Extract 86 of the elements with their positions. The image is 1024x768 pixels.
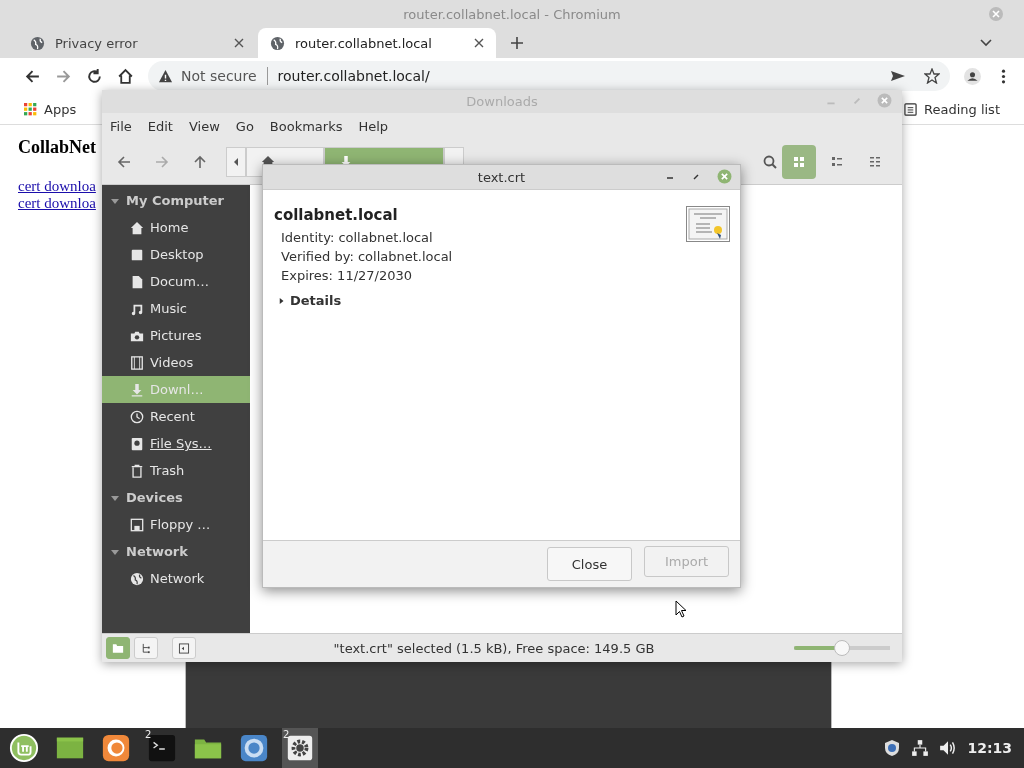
globe-icon: [30, 35, 45, 51]
browser-tab[interactable]: Privacy error: [18, 28, 256, 58]
folder-icon: [112, 642, 124, 654]
list-icon: [869, 156, 881, 168]
caret-icon: [233, 157, 239, 167]
chevron-down-icon[interactable]: [980, 39, 992, 47]
film-icon: [130, 355, 144, 370]
grid-icon: [793, 156, 805, 168]
certificate-field: Expires: 11/27/2030: [274, 266, 686, 285]
apps-icon: [24, 102, 37, 116]
document-icon: [130, 274, 144, 289]
sidebar-heading[interactable]: Devices: [102, 484, 250, 511]
sidebar-item[interactable]: Network: [102, 565, 250, 592]
globe-icon: [270, 35, 285, 51]
list-icon: [904, 102, 917, 116]
warning-icon: [158, 68, 173, 84]
certificate-field: Verified by: collabnet.local: [274, 247, 686, 266]
menu-item[interactable]: File: [110, 119, 132, 134]
sidebar-item[interactable]: Desktop: [102, 241, 250, 268]
search-icon[interactable]: [762, 154, 778, 170]
sidebar-item[interactable]: Music: [102, 295, 250, 322]
close-button[interactable]: Close: [547, 547, 632, 581]
menu-item[interactable]: Help: [358, 119, 389, 134]
close-icon[interactable]: [474, 38, 484, 48]
sidebar-item[interactable]: File Sys…: [102, 430, 250, 457]
certificate-field: Identity: collabnet.local: [274, 228, 686, 247]
shield-icon[interactable]: [883, 739, 902, 757]
taskbar-app[interactable]: 2: [282, 728, 318, 768]
chromium-icon: [239, 733, 269, 763]
reload-icon[interactable]: [86, 67, 103, 85]
sidebar-item[interactable]: Trash: [102, 457, 250, 484]
tree-icon: [140, 642, 152, 654]
menu-logo-icon: [9, 733, 39, 763]
details-expander[interactable]: Details: [279, 293, 342, 308]
close-icon[interactable]: [234, 38, 244, 48]
trash-icon: [130, 463, 144, 478]
menu-item[interactable]: View: [188, 119, 220, 134]
new-tab-icon[interactable]: [510, 36, 524, 50]
menu-item[interactable]: Go: [235, 119, 254, 134]
sidebar-toggle-button[interactable]: [172, 637, 196, 659]
home-icon[interactable]: [117, 67, 134, 85]
page-heading: CollabNet: [18, 137, 97, 158]
window-title: router.collabnet.local - Chromium: [403, 6, 621, 22]
menu-item[interactable]: Edit: [147, 119, 173, 134]
bookmark-item[interactable]: Apps: [24, 101, 77, 117]
reading-list-button[interactable]: Reading list: [904, 101, 1000, 117]
home-icon: [130, 220, 144, 235]
network-icon[interactable]: [911, 739, 930, 757]
slider-thumb[interactable]: [834, 640, 850, 656]
download-icon: [130, 382, 144, 397]
globe-icon: [130, 571, 144, 586]
browser-tab[interactable]: router.collabnet.local: [258, 28, 496, 58]
sidebar-heading[interactable]: Network: [102, 538, 250, 565]
sidebar-item[interactable]: Floppy …: [102, 511, 250, 538]
floppy-icon: [130, 517, 144, 532]
address-bar[interactable]: Not secure router.collabnet.local/: [148, 61, 950, 91]
clock-icon: [130, 409, 144, 424]
sidebar-item[interactable]: Docum…: [102, 268, 250, 295]
desktop-icon: [130, 247, 144, 262]
volume-icon[interactable]: [939, 739, 958, 757]
certificate-icon: [686, 206, 730, 242]
sidebar-item[interactable]: Pictures: [102, 322, 250, 349]
url-text: router.collabnet.local/: [277, 68, 431, 84]
dialog-title: text.crt: [477, 169, 526, 185]
sidebar-heading[interactable]: My Computer: [102, 187, 250, 214]
status-text: "text.crt" selected (1.5 kB), Free space: 149.5 GB: [332, 640, 656, 656]
sidebar-item[interactable]: Videos: [102, 349, 250, 376]
firefox-icon: [101, 733, 131, 763]
tree-button[interactable]: [134, 637, 158, 659]
sidebar-item[interactable]: Recent: [102, 403, 250, 430]
sidebar-item[interactable]: Home: [102, 214, 250, 241]
menu-item[interactable]: Bookmarks: [269, 119, 343, 134]
mouse-pointer-icon: [675, 600, 687, 618]
star-icon[interactable]: [924, 68, 940, 84]
list-icon: [831, 156, 843, 168]
security-label: Not secure: [181, 68, 257, 84]
taskbar-app[interactable]: 2: [144, 728, 180, 768]
window-count: 2: [283, 729, 290, 740]
window-count: 2: [145, 729, 152, 740]
clock[interactable]: 12:13: [967, 740, 1012, 756]
sidebar-icon: [178, 642, 190, 654]
maximize-icon[interactable]: [691, 171, 701, 182]
send-icon[interactable]: [890, 68, 906, 84]
up-icon[interactable]: [192, 154, 208, 170]
profile-icon[interactable]: [964, 67, 981, 85]
certificate-subject: collabnet.local: [274, 206, 399, 224]
